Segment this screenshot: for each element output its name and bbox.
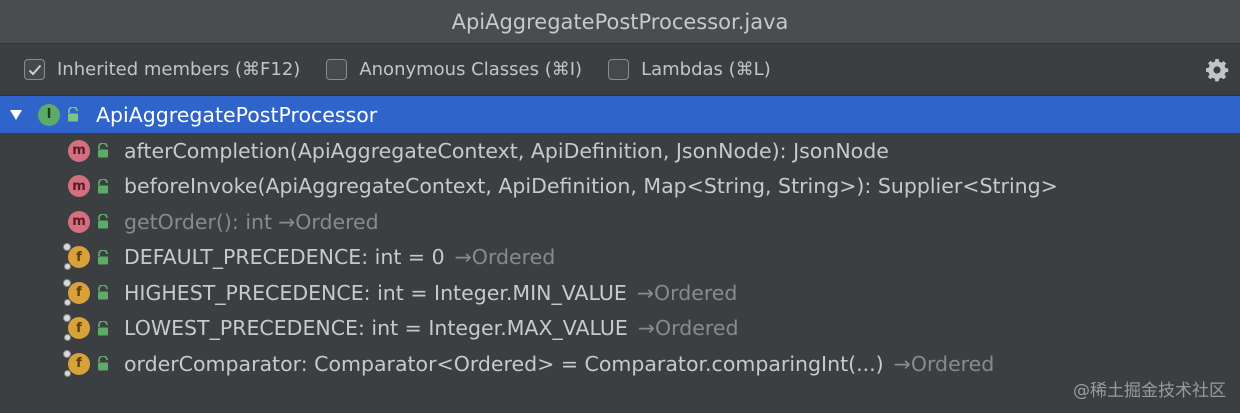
anonymous-classes-label: Anonymous Classes (⌘I) — [359, 59, 583, 80]
static-pin-icon — [63, 278, 71, 287]
inherited-members-toggle[interactable]: Inherited members (⌘F12) — [24, 59, 300, 80]
member-origin: →Ordered — [636, 280, 738, 305]
tree-item[interactable]: m beforeInvoke(ApiAggregateContext, ApiD… — [0, 169, 1240, 205]
member-signature: LOWEST_PRECEDENCE: int = Integer.MAX_VAL… — [124, 316, 628, 341]
member-signature: HIGHEST_PRECEDENCE: int = Integer.MIN_VA… — [124, 280, 627, 305]
final-pin-icon — [64, 334, 71, 342]
public-lock-icon — [96, 285, 110, 301]
lambdas-label: Lambdas (⌘L) — [641, 59, 771, 80]
structure-toolbar: Inherited members (⌘F12) Anonymous Class… — [0, 44, 1240, 96]
field-icon: f — [63, 349, 90, 377]
lambdas-toggle[interactable]: Lambdas (⌘L) — [608, 59, 771, 80]
public-lock-icon — [96, 249, 110, 265]
member-signature: DEFAULT_PRECEDENCE: int = 0 — [124, 245, 445, 270]
member-signature: afterCompletion(ApiAggregateContext, Api… — [124, 138, 889, 163]
field-icon: f — [63, 314, 90, 342]
member-signature: orderComparator: Comparator<Ordered> = C… — [124, 351, 884, 376]
tree-root-row[interactable]: I ApiAggregatePostProcessor — [0, 96, 1240, 133]
tree-item[interactable]: f HIGHEST_PRECEDENCE: int = Integer.MIN_… — [0, 275, 1240, 311]
final-pin-icon — [64, 263, 71, 271]
final-pin-icon — [64, 298, 71, 306]
field-icon: f — [63, 243, 90, 271]
public-lock-icon — [66, 107, 80, 123]
checkmark-icon — [28, 64, 41, 75]
member-origin: →Ordered — [893, 351, 995, 376]
member-origin: →Ordered — [637, 316, 739, 341]
public-lock-icon — [96, 214, 110, 230]
final-pin-icon — [64, 369, 71, 377]
public-lock-icon — [96, 356, 110, 372]
expand-arrow-icon[interactable] — [6, 109, 26, 121]
inherited-members-checkbox[interactable] — [24, 59, 45, 80]
inherited-members-label: Inherited members (⌘F12) — [57, 59, 301, 80]
lambdas-checkbox[interactable] — [608, 59, 630, 80]
anonymous-classes-checkbox[interactable] — [326, 59, 348, 80]
field-icon: f — [63, 278, 90, 306]
watermark: @稀土掘金技术社区 — [1073, 381, 1226, 401]
method-icon: m — [68, 210, 90, 233]
interface-icon: I — [38, 103, 60, 126]
tree-item[interactable]: m getOrder(): int →Ordered — [0, 204, 1240, 240]
tree-root-label: ApiAggregatePostProcessor — [96, 102, 378, 127]
member-origin: →Ordered — [454, 245, 556, 270]
member-signature: beforeInvoke(ApiAggregateContext, ApiDef… — [124, 174, 1058, 199]
static-pin-icon — [63, 349, 71, 358]
tree-item[interactable]: m afterCompletion(ApiAggregateContext, A… — [0, 133, 1240, 169]
member-signature: getOrder(): int — [124, 209, 273, 234]
anonymous-classes-toggle[interactable]: Anonymous Classes (⌘I) — [326, 59, 582, 80]
public-lock-icon — [96, 320, 110, 336]
structure-popup: ApiAggregatePostProcessor.java Inherited… — [0, 0, 1240, 413]
static-pin-icon — [63, 314, 71, 323]
tree-item[interactable]: f LOWEST_PRECEDENCE: int = Integer.MAX_V… — [0, 311, 1240, 347]
public-lock-icon — [96, 178, 110, 194]
gear-icon[interactable] — [1204, 57, 1230, 83]
tree-item[interactable]: f DEFAULT_PRECEDENCE: int = 0 →Ordered — [0, 240, 1240, 276]
structure-tree: I ApiAggregatePostProcessor m afterCompl… — [0, 96, 1240, 382]
method-icon: m — [68, 175, 90, 198]
member-origin: →Ordered — [278, 209, 379, 234]
window-title: ApiAggregatePostProcessor.java — [0, 0, 1240, 44]
static-pin-icon — [63, 243, 71, 252]
method-icon: m — [68, 139, 90, 162]
tree-item[interactable]: f orderComparator: Comparator<Ordered> =… — [0, 346, 1240, 382]
public-lock-icon — [96, 143, 110, 159]
